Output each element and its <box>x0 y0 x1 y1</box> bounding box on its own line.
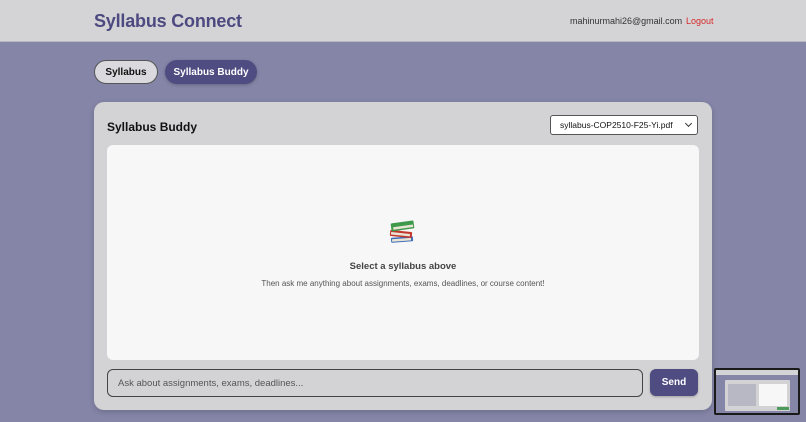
syllabus-buddy-card: Syllabus Buddy syllabus-COP2510-F25-Yi.p… <box>94 102 712 410</box>
thumbnail-button <box>777 407 789 410</box>
logout-link[interactable]: Logout <box>686 16 714 26</box>
empty-state-subtitle: Then ask me anything about assignments, … <box>261 279 545 288</box>
thumbnail-content <box>716 370 798 413</box>
chat-messages-area: Select a syllabus above Then ask me anyt… <box>107 145 699 360</box>
screen-preview-thumbnail[interactable] <box>714 368 800 415</box>
tab-syllabus[interactable]: Syllabus <box>94 60 158 84</box>
chevron-down-icon <box>684 119 693 128</box>
thumbnail-panel <box>759 384 787 406</box>
send-button[interactable]: Send <box>650 369 698 396</box>
top-header: Syllabus Connect mahinurmahi26@gmail.com… <box>0 0 806 42</box>
selected-file-label: syllabus-COP2510-F25-Yi.pdf <box>560 120 673 130</box>
books-icon <box>389 220 415 243</box>
app-brand: Syllabus Connect <box>94 11 242 31</box>
thumbnail-header <box>716 370 798 375</box>
card-title: Syllabus Buddy <box>107 120 198 134</box>
chat-question-input[interactable] <box>107 369 643 397</box>
thumbnail-chat <box>728 384 756 406</box>
thumbnail-card <box>725 380 790 411</box>
syllabus-select[interactable]: syllabus-COP2510-F25-Yi.pdf <box>550 115 698 135</box>
tab-syllabus-buddy[interactable]: Syllabus Buddy <box>165 60 257 84</box>
user-email: mahinurmahi26@gmail.com <box>570 16 683 26</box>
empty-state-title: Select a syllabus above <box>349 261 457 272</box>
